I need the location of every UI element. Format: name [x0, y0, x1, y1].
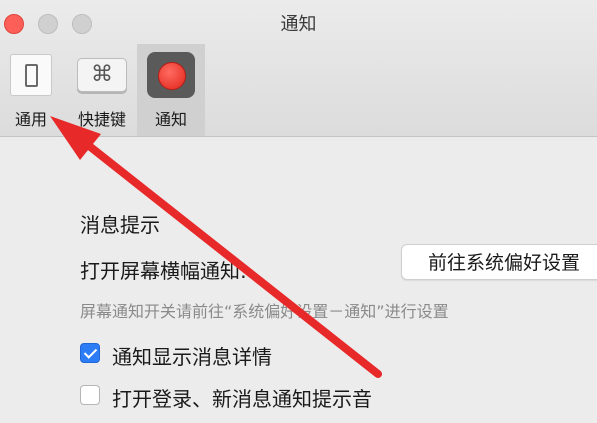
- tab-label: 通知: [154, 110, 187, 129]
- checkbox-unchecked[interactable]: [80, 385, 100, 405]
- tab-label: 通用: [14, 110, 47, 129]
- window-titlebar: 通知 通用 ⌘ 快捷键 通知: [0, 0, 597, 137]
- section-title: 消息提示: [80, 213, 160, 237]
- notification-settings-pane: 消息提示 打开屏幕横幅通知: 前往系统偏好设置 屏幕通知开关请前往“系统偏好设置…: [0, 137, 597, 423]
- option-label: 通知显示消息详情: [112, 345, 272, 369]
- window-title: 通知: [280, 14, 317, 35]
- tab-label: 快捷键: [77, 110, 126, 129]
- tab-shortcuts[interactable]: ⌘ 快捷键: [68, 44, 136, 136]
- banner-label: 打开屏幕横幅通知:: [80, 259, 247, 283]
- phone-icon: [10, 54, 52, 96]
- open-system-preferences-button[interactable]: 前往系统偏好设置: [401, 244, 597, 280]
- command-key-icon: ⌘: [77, 58, 127, 92]
- checkbox-checked[interactable]: [80, 343, 100, 363]
- tab-general[interactable]: 通用: [0, 44, 62, 136]
- option-label: 打开登录、新消息通知提示音: [112, 387, 372, 411]
- tab-notifications[interactable]: 通知: [137, 44, 205, 136]
- record-icon: [147, 52, 195, 98]
- hint-text: 屏幕通知开关请前往“系统偏好设置－通知”进行设置: [80, 302, 449, 321]
